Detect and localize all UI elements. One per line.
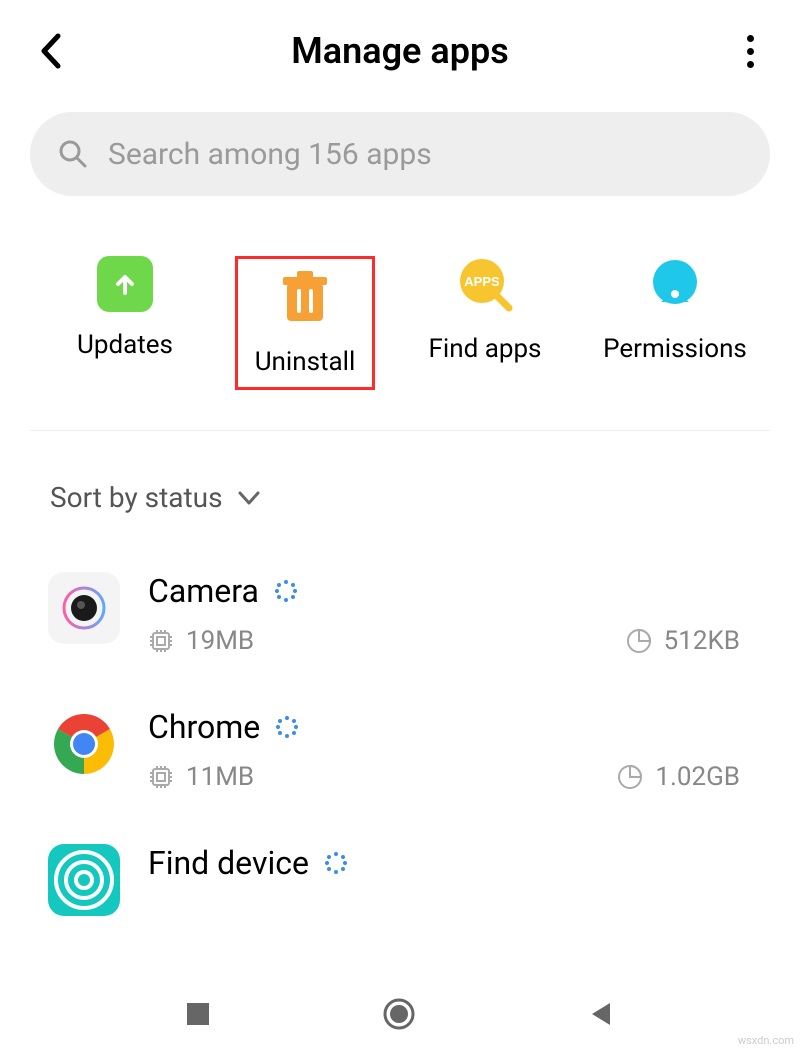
- back-nav-button[interactable]: [586, 999, 616, 1033]
- chrome-app-icon: [48, 708, 120, 780]
- size-internal: 11MB: [186, 762, 254, 792]
- home-button[interactable]: [381, 996, 417, 1036]
- sort-dropdown[interactable]: Sort by status: [0, 431, 800, 554]
- app-row-camera[interactable]: Camera: [48, 554, 770, 690]
- updates-button[interactable]: Updates: [45, 256, 205, 360]
- pie-icon: [617, 764, 643, 790]
- app-row-chrome[interactable]: Chrome: [48, 690, 770, 826]
- permissions-label: Permissions: [603, 334, 747, 364]
- loading-icon: [325, 852, 347, 874]
- permissions-icon: [647, 256, 703, 316]
- watermark: wsxdn.com: [738, 1034, 794, 1047]
- find-apps-button[interactable]: APPS Find apps: [405, 256, 565, 364]
- updates-icon: [97, 256, 153, 312]
- svg-text:APPS: APPS: [464, 274, 500, 289]
- loading-icon: [276, 716, 298, 738]
- camera-app-icon: [48, 572, 120, 644]
- search-input[interactable]: Search among 156 apps: [30, 112, 770, 196]
- size-data: 1.02GB: [655, 762, 740, 792]
- more-options-button[interactable]: [730, 35, 770, 68]
- recents-button[interactable]: [184, 1000, 212, 1032]
- chevron-left-icon: [38, 32, 62, 70]
- permissions-button[interactable]: Permissions: [595, 256, 755, 364]
- trash-icon: [275, 265, 335, 329]
- app-name: Find device: [148, 844, 309, 882]
- size-data: 512KB: [664, 626, 740, 656]
- updates-label: Updates: [77, 330, 173, 360]
- app-name: Camera: [148, 572, 259, 610]
- find-device-app-icon: [48, 844, 120, 916]
- size-internal: 19MB: [186, 626, 254, 656]
- search-placeholder: Search among 156 apps: [108, 137, 432, 172]
- pie-icon: [626, 628, 652, 654]
- chevron-down-icon: [237, 490, 261, 506]
- uninstall-button[interactable]: Uninstall: [235, 256, 375, 390]
- sort-label: Sort by status: [50, 481, 223, 514]
- page-title: Manage apps: [70, 30, 730, 72]
- search-icon: [58, 139, 88, 169]
- find-apps-label: Find apps: [429, 334, 542, 364]
- app-row-find-device[interactable]: Find device: [48, 826, 770, 950]
- find-apps-icon: APPS: [457, 256, 513, 316]
- uninstall-label: Uninstall: [255, 347, 356, 377]
- chip-icon: [148, 764, 174, 790]
- more-dots-icon: [747, 35, 754, 42]
- back-button[interactable]: [30, 32, 70, 70]
- loading-icon: [275, 580, 297, 602]
- chip-icon: [148, 628, 174, 654]
- app-name: Chrome: [148, 708, 260, 746]
- navigation-bar: [0, 981, 800, 1051]
